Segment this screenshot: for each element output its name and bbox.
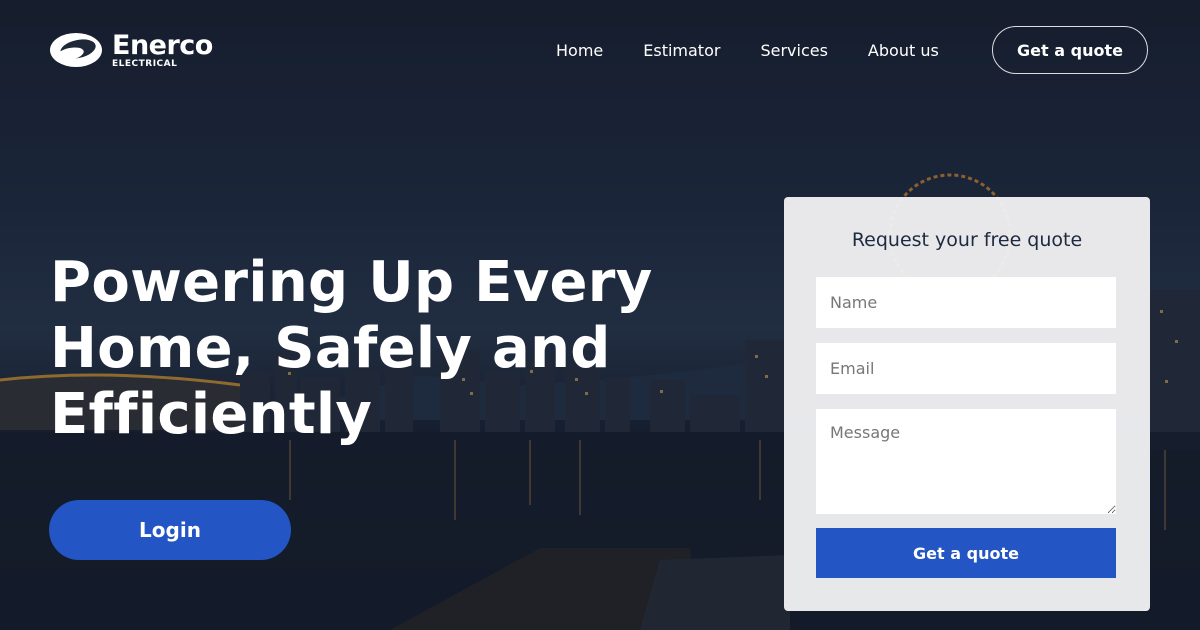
main-nav: Home Estimator Services About us: [556, 40, 979, 62]
email-input[interactable]: [816, 343, 1116, 394]
name-input[interactable]: [816, 277, 1116, 328]
quote-form-card: Request your free quote Get a quote: [784, 197, 1150, 611]
enerco-logo-icon: [50, 33, 102, 67]
brand-logo[interactable]: Enerco ELECTRICAL: [48, 30, 213, 70]
header-get-quote-button[interactable]: Get a quote: [992, 26, 1148, 74]
brand-name: Enerco: [112, 29, 213, 61]
form-get-quote-button[interactable]: Get a quote: [816, 528, 1116, 578]
nav-item-about-us[interactable]: About us: [868, 40, 939, 62]
nav-item-home[interactable]: Home: [556, 40, 603, 62]
login-button[interactable]: Login: [49, 500, 291, 560]
form-title: Request your free quote: [851, 229, 1083, 251]
nav-item-services[interactable]: Services: [760, 40, 827, 62]
nav-item-estimator[interactable]: Estimator: [643, 40, 720, 62]
message-textarea[interactable]: [816, 409, 1116, 514]
hero-title: Powering Up Every Home, Safely and Effic…: [50, 250, 653, 447]
